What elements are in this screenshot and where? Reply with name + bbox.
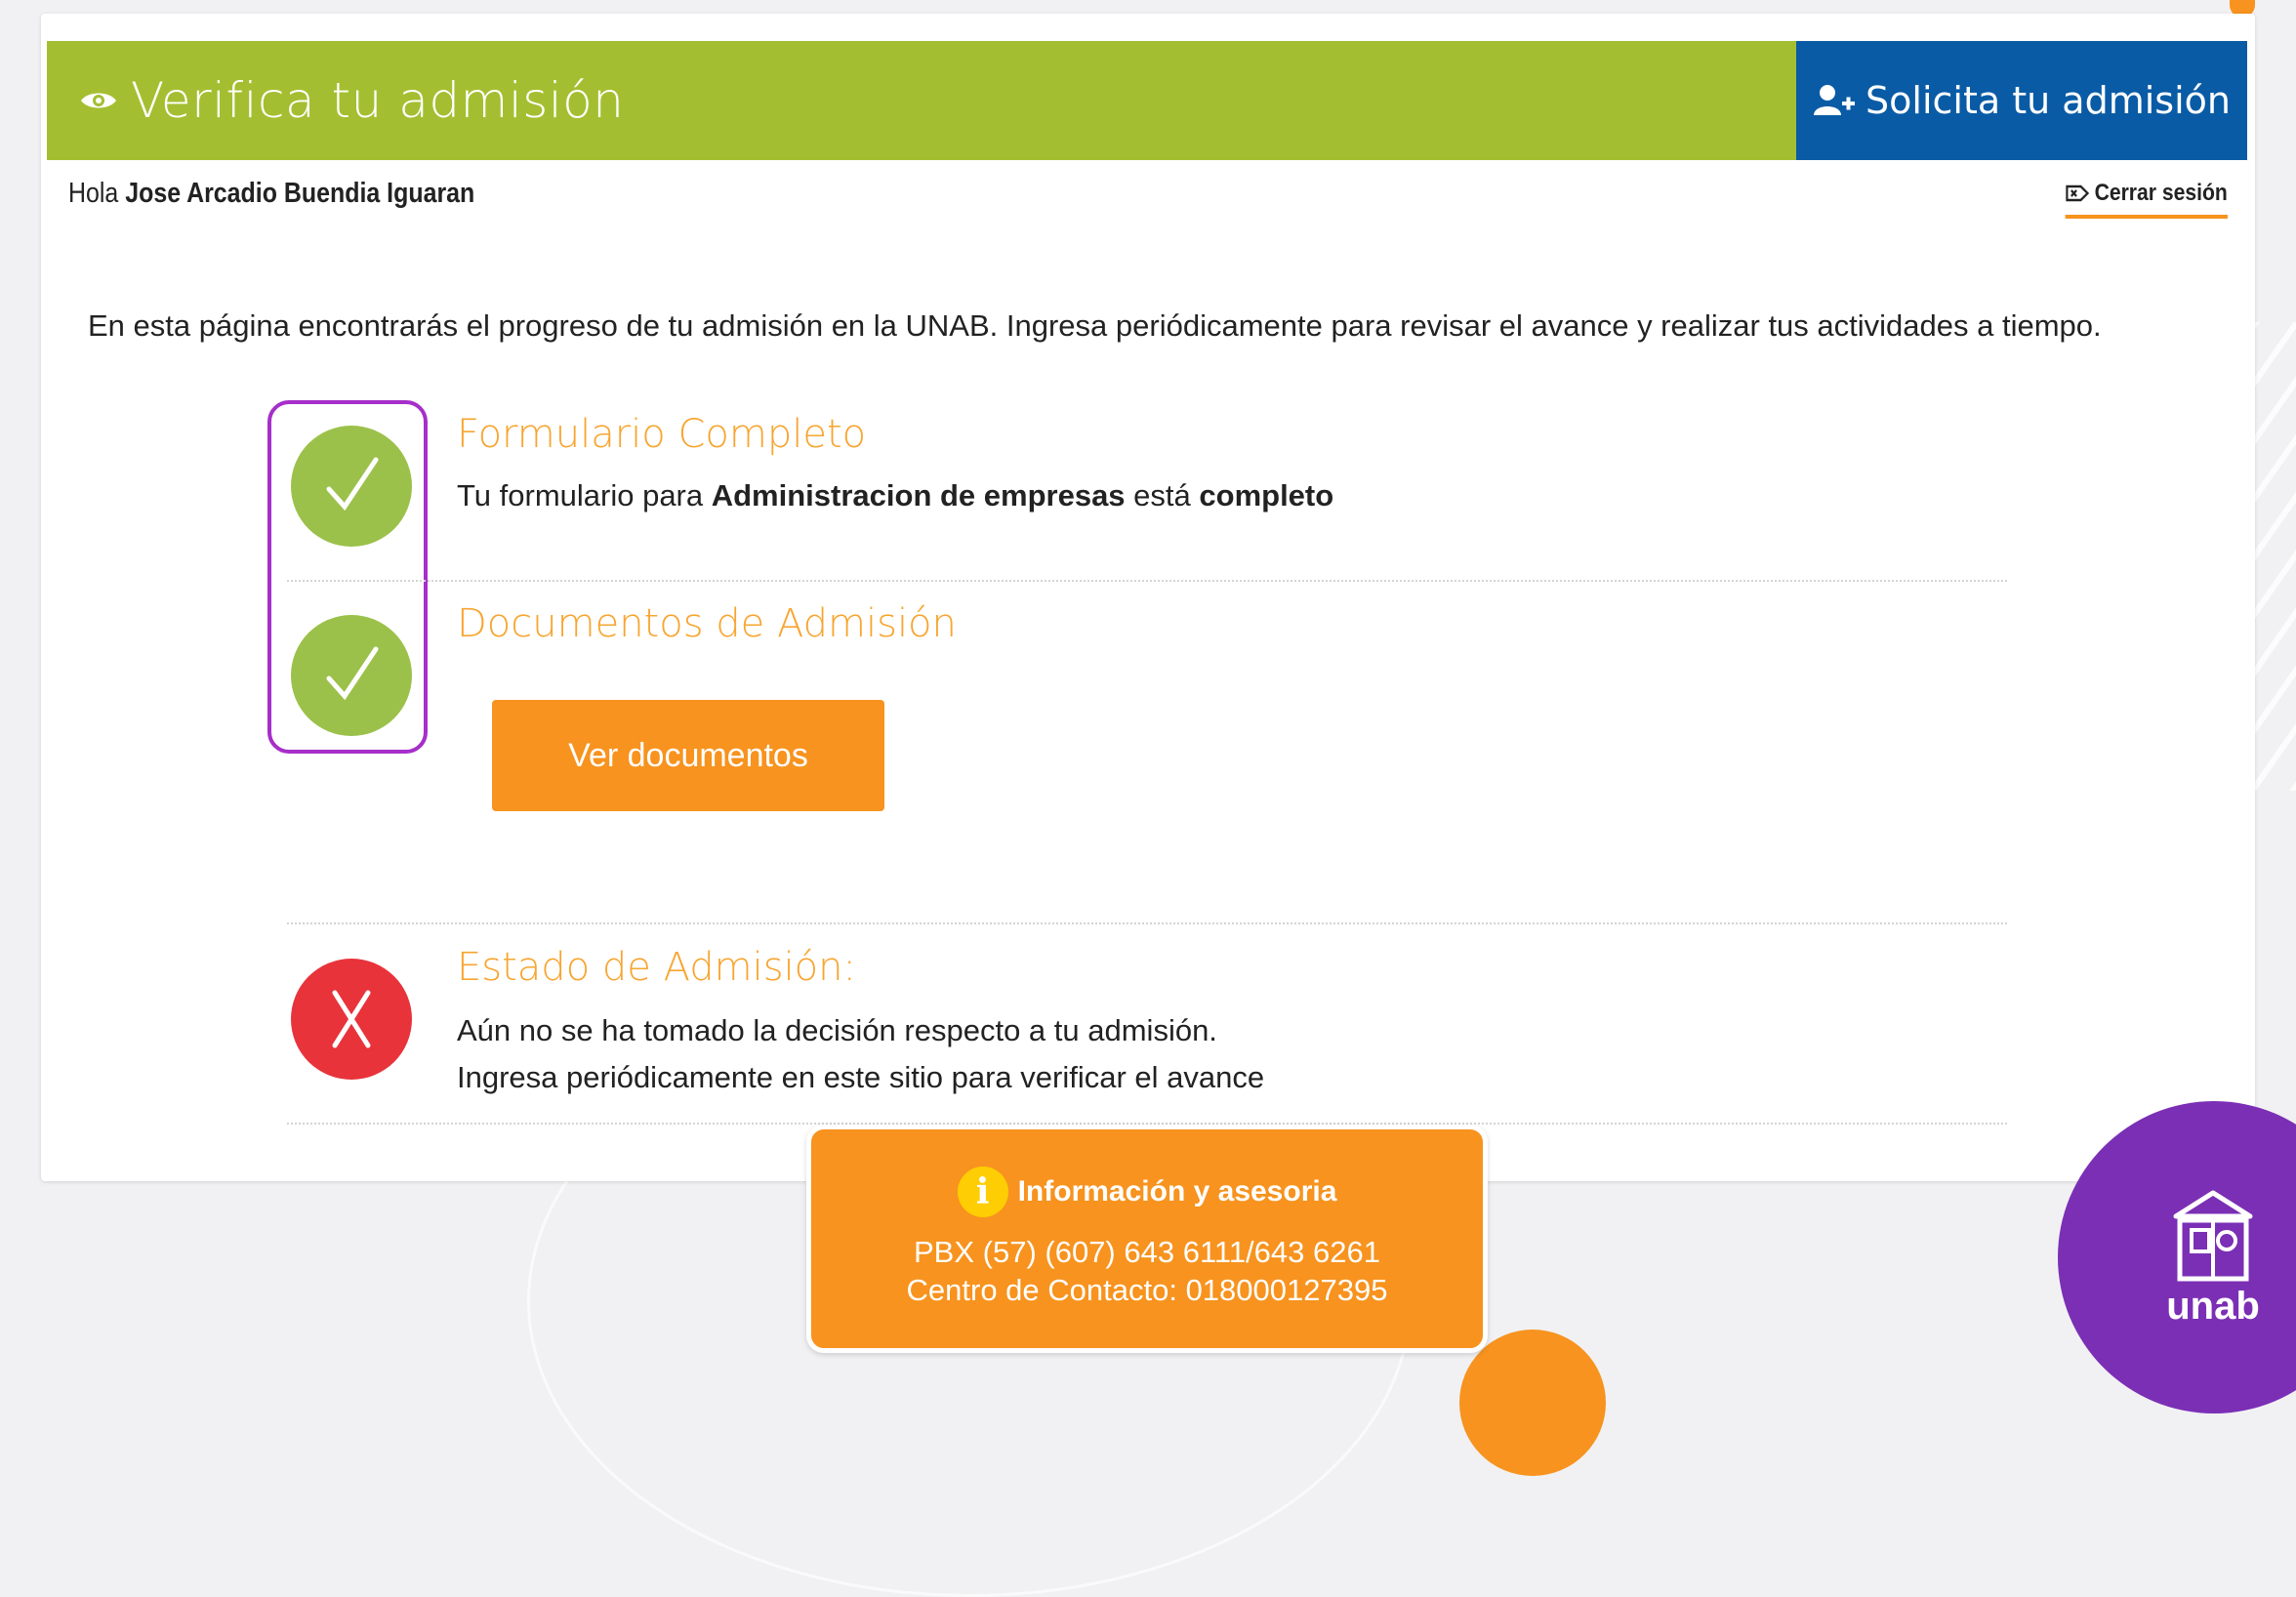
logout-icon — [2066, 184, 2090, 202]
step-divider — [287, 580, 2007, 582]
intro-text: En esta página encontrarás el progreso d… — [88, 308, 2102, 343]
form-step-text-prefix: Tu formulario para — [457, 478, 712, 512]
step-divider — [287, 922, 2007, 924]
form-step-text: Tu formulario para Administracion de emp… — [457, 478, 1333, 513]
user-name: Jose Arcadio Buendia Iguaran — [125, 178, 475, 209]
admission-status-line-1: Aún no se ha tomado la decisión respecto… — [457, 1013, 1217, 1047]
unab-logo[interactable]: unab — [2165, 1189, 2261, 1365]
view-documents-button[interactable]: Ver documentos — [492, 700, 884, 811]
greeting-word: Hola — [68, 178, 119, 209]
apply-admission-button[interactable]: Solicita tu admisión — [1796, 41, 2247, 160]
form-step-title: Formulario Completo — [457, 412, 867, 457]
info-phone: PBX (57) (607) 643 6111/643 6261 — [914, 1235, 1380, 1269]
user-add-icon — [1814, 85, 1856, 115]
background-orange-circle — [1459, 1330, 1606, 1476]
form-step-text-middle: está — [1125, 478, 1200, 512]
documents-step-title: Documentos de Admisión — [457, 601, 957, 646]
logout-label: Cerrar sesión — [2094, 180, 2228, 206]
program-name: Administracion de empresas — [711, 478, 1126, 512]
building-icon — [2173, 1190, 2253, 1282]
admission-status-line-2: Ingresa periódicamente en este sitio par… — [457, 1060, 1265, 1094]
apply-admission-label: Solicita tu admisión — [1866, 79, 2231, 122]
eye-icon — [81, 93, 116, 108]
form-status: completo — [1199, 478, 1334, 512]
info-contact-box: i Información y asesoria PBX (57) (607) … — [806, 1125, 1488, 1353]
info-icon: i — [957, 1167, 1008, 1217]
info-contact-center: Centro de Contacto: 018000127395 — [906, 1273, 1388, 1307]
page-title-text: Verifica tu admisión — [131, 72, 625, 129]
info-header: i Información y asesoria — [811, 1167, 1483, 1217]
admission-step-title: Estado de Admisión: — [457, 945, 856, 990]
logout-link[interactable]: Cerrar sesión — [2065, 180, 2228, 219]
unab-logo-text: unab — [2166, 1285, 2260, 1328]
header-bar: Verifica tu admisión Solicita tu admisió… — [47, 41, 2247, 160]
admission-pending-x-icon — [291, 959, 412, 1080]
user-greeting: Hola Jose Arcadio Buendia Iguaran — [68, 178, 474, 210]
page-title: Verifica tu admisión — [80, 72, 624, 129]
info-title: Información y asesoria — [1017, 1175, 1337, 1208]
documents-check-icon — [291, 615, 412, 736]
form-complete-check-icon — [291, 426, 412, 547]
